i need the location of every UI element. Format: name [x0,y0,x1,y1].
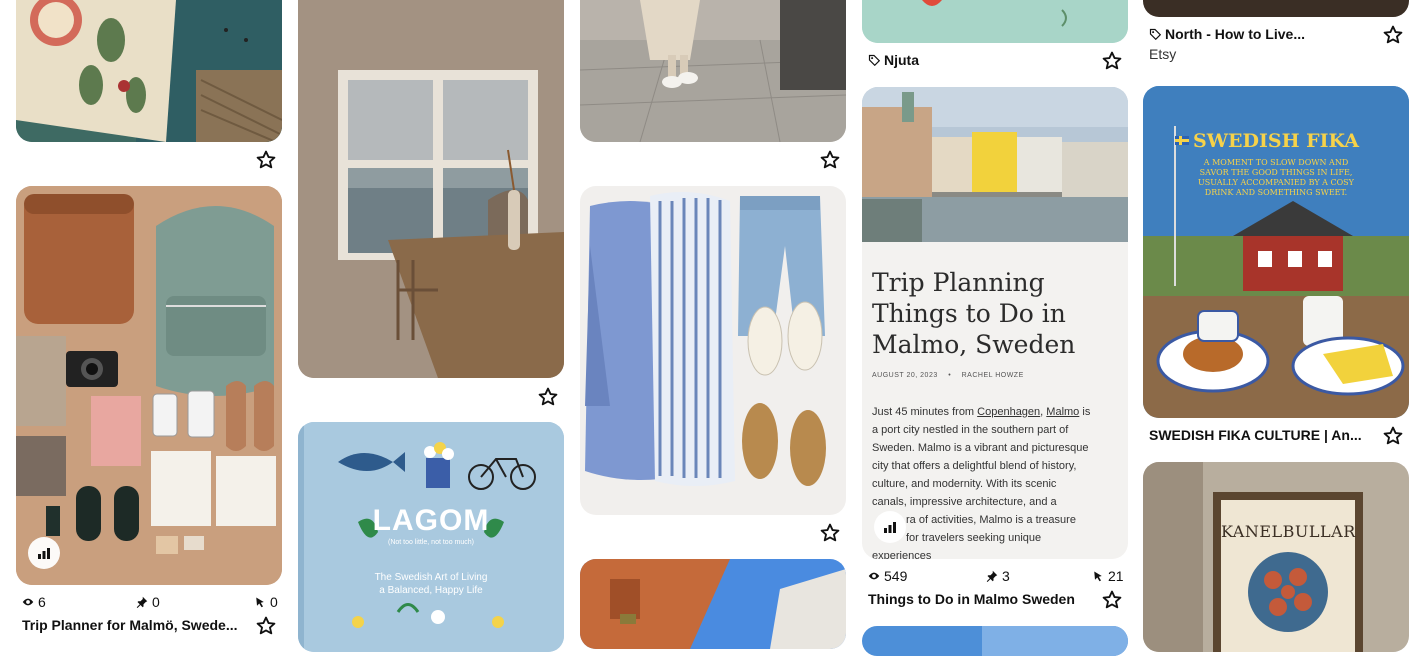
outfit-image [580,186,846,515]
pin-image-swedish-fika[interactable]: SWEDISH FIKA A MOMENT TO SLOW DOWN AND S… [1143,86,1409,418]
pin-image-malmo-article[interactable]: Trip Planning Things to Do in Malmo, Swe… [862,87,1128,559]
clicks-count: 21 [1108,568,1124,584]
pin-icon [136,596,148,608]
views-count: 549 [884,568,908,584]
article-author: RACHEL HOWZE [961,372,1024,379]
save-star-icon[interactable] [537,386,559,408]
tag-icon [868,54,880,66]
views-metric: 6 [22,594,46,610]
pin-title[interactable]: North - How to Live... [1149,26,1305,42]
article-heading-line-2: Things to Do in [872,299,1066,328]
article-body: Just 45 minutes from Copenhagen, Malmo i… [872,406,1091,559]
pin-title[interactable]: Njuta [868,52,919,68]
article-date: AUGUST 20, 2023 [872,372,938,379]
tag-icon [1149,28,1161,40]
lagom-title: LAGOM [372,504,490,537]
save-star-icon[interactable] [255,149,277,171]
article-heading-line-3: Malmo, Sweden [872,330,1076,359]
article-heading: Trip Planning Things to Do in Malmo, Swe… [872,267,1075,360]
pin-title[interactable]: Trip Planner for Malmö, Swede... [22,617,238,633]
click-icon [1094,571,1102,582]
pin-icon [986,570,998,582]
save-star-icon[interactable] [819,149,841,171]
flatlay-image [16,186,282,585]
pin-title[interactable]: SWEDISH FIKA CULTURE | An... [1149,427,1362,443]
pin-title-text: Njuta [884,52,919,68]
save-star-icon[interactable] [1382,425,1404,447]
walking-image [580,0,846,142]
views-metric: 549 [868,568,907,584]
copenhagen-link[interactable]: Copenhagen [977,406,1040,418]
north-image [1143,0,1409,17]
sky-image [862,626,1128,656]
window-sea-image [298,0,564,378]
pin-image-njuta[interactable] [862,0,1128,43]
pin-image-outfit[interactable] [580,186,846,515]
pin-image-kanelbullar[interactable]: KANELBULLAR [1143,462,1409,652]
street-image [580,559,846,649]
saves-metric: 3 [986,568,1010,584]
saves-count: 0 [152,594,160,610]
pin-title[interactable]: Things to Do in Malmo Sweden [868,591,1075,607]
pin-image-walking[interactable] [580,0,846,142]
clicks-metric: 21 [1092,568,1124,584]
saves-count: 3 [1002,568,1010,584]
views-count: 6 [38,594,46,610]
clicks-metric: 0 [254,594,278,610]
lagom-subtitle: (Not too little, not too much) [388,539,474,546]
fika-heading: SWEDISH FIKA [1192,130,1360,152]
column-1: 6 0 0 Trip Planner for Malmö, Swede... [16,0,282,638]
pin-image-lagom-book[interactable]: LAGOM (Not too little, not too much) The… [298,422,564,652]
pin-image-sky[interactable] [862,626,1128,656]
pin-title-text: North - How to Live... [1165,26,1305,42]
pin-image-window-sea[interactable] [298,0,564,378]
save-star-icon[interactable] [1382,24,1404,46]
book-lake-image [16,0,282,142]
clicks-count: 0 [270,594,278,610]
eye-icon [22,598,34,606]
analytics-badge[interactable] [874,511,906,543]
save-star-icon[interactable] [255,615,277,637]
eye-icon [868,572,880,580]
pin-source[interactable]: Etsy [1149,46,1176,62]
saves-metric: 0 [136,594,160,610]
kanelbullar-poster-image [1143,462,1409,652]
save-star-icon[interactable] [819,522,841,544]
article-byline: AUGUST 20, 2023 • RACHEL HOWZE [872,372,1024,379]
poster-title: KANELBULLAR [1221,522,1356,541]
click-icon [256,597,264,608]
analytics-badge[interactable] [28,537,60,569]
article-heading-line-1: Trip Planning [872,268,1045,297]
malmo-link[interactable]: Malmo [1046,406,1079,418]
njuta-image [862,0,1128,43]
stats-icon [884,522,896,533]
save-star-icon[interactable] [1101,50,1123,72]
pin-image-street[interactable] [580,559,846,649]
malmo-canal-image [862,87,1128,242]
stats-icon [38,548,50,559]
column-4: Njuta Trip Planning Things to Do in Malm… [862,0,1128,656]
column-3 [580,0,846,649]
pin-image-book-lake[interactable] [16,0,282,142]
column-5: North - How to Live... Etsy SWEDISH FIKA… [1143,0,1409,652]
save-star-icon[interactable] [1101,589,1123,611]
lagom-tagline-2: a Balanced, Happy Life [379,585,483,596]
fika-caption: A MOMENT TO SLOW DOWN AND SAVOR THE GOOD… [1198,158,1354,197]
pin-image-north[interactable] [1143,0,1409,17]
lagom-tagline-1: The Swedish Art of Living [374,572,488,583]
column-2: LAGOM (Not too little, not too much) The… [298,0,564,652]
pin-image-trip-planner[interactable] [16,186,282,585]
